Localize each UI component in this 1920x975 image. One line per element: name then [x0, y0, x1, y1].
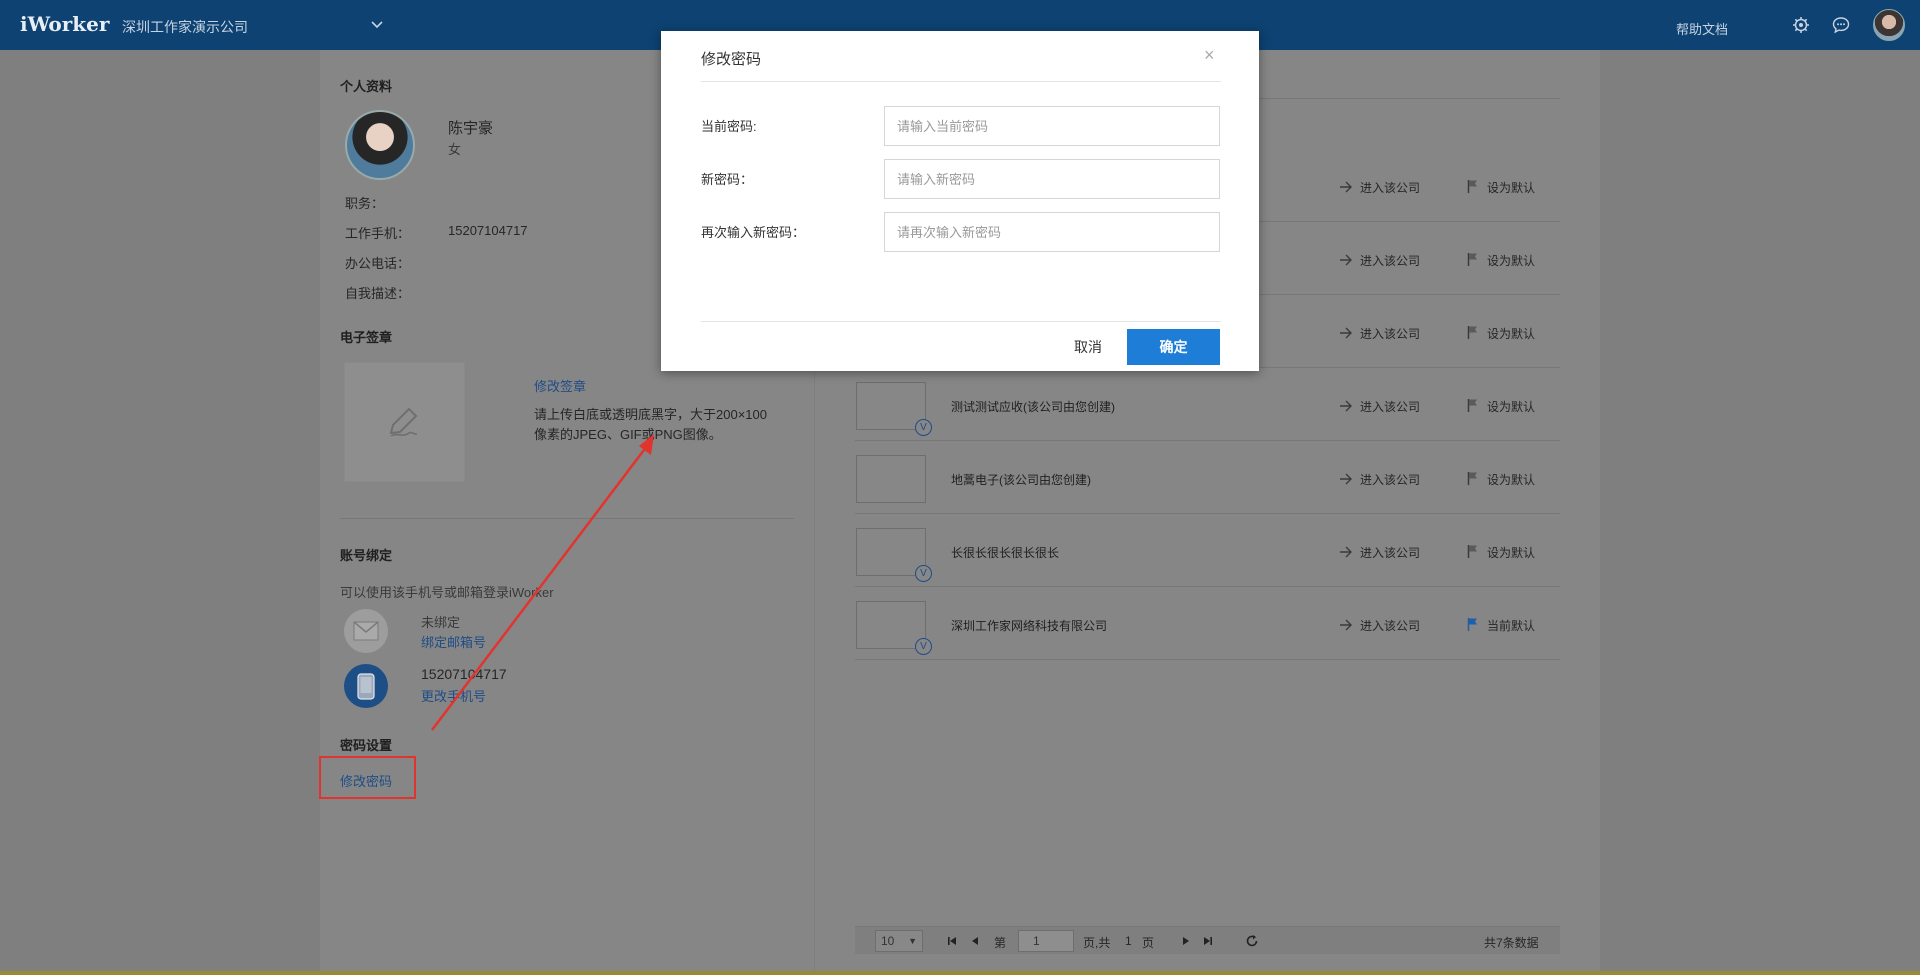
company-name: 测试测试应收(该公司由您创建) — [951, 400, 1115, 414]
verified-badge: V — [915, 638, 932, 655]
flag-icon — [1467, 326, 1477, 339]
edit-signature-link[interactable]: 修改签章 — [534, 376, 586, 395]
office-phone-label: 办公电话： — [345, 256, 411, 271]
enter-company-link[interactable]: 进入该公司 — [1360, 544, 1420, 561]
set-default-link[interactable]: 设为默认 — [1487, 325, 1535, 342]
arrow-right-icon — [1340, 619, 1352, 631]
enter-company-link[interactable]: 进入该公司 — [1360, 617, 1420, 634]
flag-icon — [1467, 618, 1477, 631]
profile-gender: 女 — [448, 142, 462, 157]
dialog-footer-divider — [701, 321, 1221, 322]
bottom-strip — [0, 971, 1920, 975]
verified-badge: V — [915, 565, 932, 582]
self-description-label: 自我描述： — [345, 286, 411, 301]
close-icon[interactable]: × — [1204, 45, 1215, 66]
prev-page-icon[interactable] — [970, 936, 980, 946]
set-default-link[interactable]: 设为默认 — [1487, 544, 1535, 561]
user-avatar[interactable] — [1873, 9, 1905, 41]
mobile-value: 15207104717 — [448, 223, 528, 238]
total-pages: 1 — [1125, 934, 1132, 948]
new-password-input[interactable] — [884, 159, 1220, 199]
set-default-link[interactable]: 设为默认 — [1487, 252, 1535, 269]
set-default-link[interactable]: 设为默认 — [1487, 471, 1535, 488]
flag-icon — [1467, 545, 1477, 558]
password-section-title: 密码设置 — [340, 738, 393, 753]
pen-icon — [389, 407, 418, 437]
flag-icon — [1467, 472, 1477, 485]
first-page-icon[interactable] — [947, 936, 957, 946]
enter-company-link[interactable]: 进入该公司 — [1360, 471, 1420, 488]
annotation-arrow — [431, 434, 654, 731]
arrow-right-icon — [1340, 254, 1352, 266]
app-logo[interactable]: iWorker — [20, 12, 109, 36]
arrow-right-icon — [1340, 327, 1352, 339]
chevron-down-icon[interactable] — [370, 18, 384, 32]
page-suffix: 页,共 — [1083, 936, 1111, 950]
enter-company-link[interactable]: 进入该公司 — [1360, 252, 1420, 269]
mail-icon — [344, 609, 388, 653]
dialog-header-divider — [701, 81, 1221, 82]
change-password-dialog: 修改密码 × 当前密码: 新密码： 再次输入新密码： 取消 确定 — [661, 31, 1259, 371]
current-password-input[interactable] — [884, 106, 1220, 146]
cancel-button[interactable]: 取消 — [1056, 329, 1120, 365]
pagination-bar: 10 ▼ 第 1 页,共 1 页 共7条数据 — [855, 926, 1560, 954]
company-row: V 测试测试应收(该公司由您创建) 进入该公司 设为默认 — [855, 369, 1560, 441]
new-password-label: 新密码： — [701, 172, 754, 187]
current-default-label: 当前默认 — [1487, 619, 1536, 633]
company-row: V 深圳工作家网络科技有限公司 进入该公司 当前默认 — [855, 588, 1560, 660]
total-records: 共7条数据 — [1484, 936, 1539, 950]
page-unit: 页 — [1142, 936, 1155, 950]
profile-photo[interactable] — [345, 110, 415, 180]
position-label: 职务： — [345, 196, 385, 211]
last-page-icon[interactable] — [1203, 936, 1213, 946]
annotation-highlight-box — [319, 756, 416, 799]
binding-section-title: 账号绑定 — [340, 548, 393, 563]
enter-company-link[interactable]: 进入该公司 — [1360, 325, 1420, 342]
company-name: 地蒿电子(该公司由您创建) — [951, 473, 1091, 487]
next-page-icon[interactable] — [1181, 936, 1191, 946]
verified-badge: V — [915, 419, 932, 436]
dialog-title: 修改密码 — [701, 51, 762, 68]
set-default-link[interactable]: 设为默认 — [1487, 179, 1535, 196]
flag-icon — [1467, 399, 1477, 412]
profile-section-title: 个人资料 — [340, 79, 393, 94]
profile-name: 陈宇豪 — [448, 120, 494, 137]
chat-icon[interactable] — [1832, 16, 1850, 34]
page-prefix: 第 — [994, 936, 1007, 950]
company-name: 长很长很长很长很长 — [951, 546, 1060, 560]
set-default-link[interactable]: 设为默认 — [1487, 398, 1535, 415]
company-name: 深圳工作家网络科技有限公司 — [951, 619, 1108, 633]
company-row: 地蒿电子(该公司由您创建) 进入该公司 设为默认 — [855, 442, 1560, 514]
refresh-icon[interactable] — [1245, 934, 1259, 948]
current-password-label: 当前密码: — [701, 119, 757, 134]
arrow-right-icon — [1340, 400, 1352, 412]
company-switcher-label[interactable]: 深圳工作家演示公司 — [122, 17, 248, 37]
arrow-right-icon — [1340, 181, 1352, 193]
signature-section-title: 电子签章 — [340, 330, 393, 345]
confirm-password-label: 再次输入新密码： — [701, 225, 806, 240]
enter-company-link[interactable]: 进入该公司 — [1360, 398, 1420, 415]
page-size-select[interactable]: 10 ▼ — [875, 930, 923, 952]
flag-icon — [1467, 180, 1477, 193]
confirm-password-input[interactable] — [884, 212, 1220, 252]
arrow-right-icon — [1340, 473, 1352, 485]
mobile-label: 工作手机： — [345, 226, 411, 241]
gear-icon[interactable] — [1792, 16, 1810, 34]
phone-icon — [344, 664, 388, 708]
enter-company-link[interactable]: 进入该公司 — [1360, 179, 1420, 196]
company-row: V 长很长很长很长很长 进入该公司 设为默认 — [855, 515, 1560, 587]
company-logo — [856, 455, 926, 503]
page-number-input[interactable]: 1 — [1018, 930, 1074, 952]
arrow-right-icon — [1340, 546, 1352, 558]
help-docs-link[interactable]: 帮助文档 — [1676, 19, 1728, 38]
confirm-button[interactable]: 确定 — [1127, 329, 1220, 365]
flag-icon — [1467, 253, 1477, 266]
